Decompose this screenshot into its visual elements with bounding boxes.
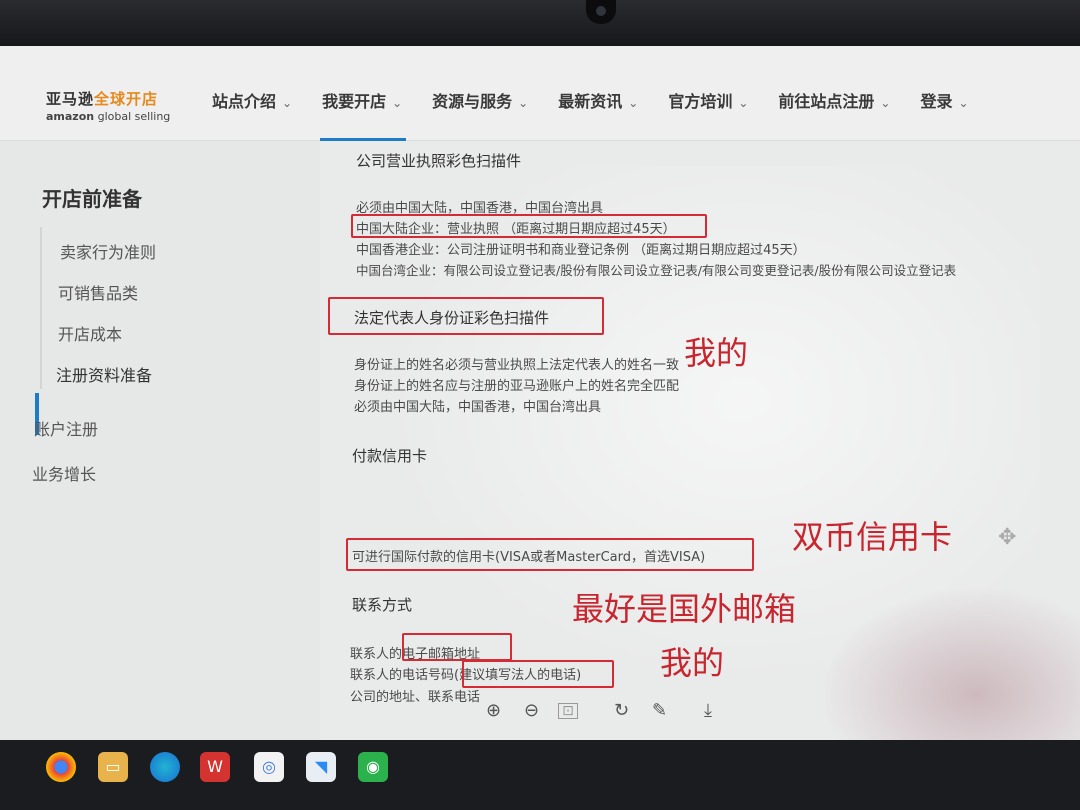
file-explorer-icon[interactable]: ▭ [98,752,128,782]
wps-icon[interactable]: W [200,752,230,782]
zoom-out-icon[interactable]: ⊖ [524,700,539,721]
edge-icon[interactable] [150,752,180,782]
wechat-icon[interactable]: ◉ [358,752,388,782]
chevron-down-icon: ⌄ [738,96,749,110]
download-icon[interactable]: ⤓ [704,700,712,721]
sidebar-item-growth[interactable]: 业务增长 [32,461,96,485]
nav-item-training[interactable]: 官方培训 ⌄ [668,88,748,112]
chevron-down-icon: ⌄ [628,96,639,110]
sidebar-item-cost[interactable]: 开店成本 [58,321,122,345]
nav-item-news[interactable]: 最新资讯 ⌄ [558,88,638,112]
webcam [586,0,616,24]
laptop-bezel [0,0,1080,48]
chevron-down-icon: ⌄ [282,96,293,110]
chevron-down-icon: ⌄ [880,96,891,110]
chevron-down-icon: ⌄ [392,96,403,110]
id-title: 法定代表人身份证彩色扫描件 [354,309,550,327]
sidebar-item-account-register[interactable]: 账户注册 [34,416,98,440]
id-line: 身份证上的姓名必须与营业执照上法定代表人的姓名一致 [354,358,680,373]
photos-icon[interactable]: ◎ [254,752,284,782]
annotation-note: 双币信用卡 [792,518,953,556]
page-fit-icon[interactable]: ⊡ [558,703,578,719]
taskbar: ▭ W ◎ ◥ ◉ [0,740,1080,810]
nav-item-open-store[interactable]: 我要开店 ⌄ [320,88,407,141]
pdf-toolbar: ⊕ ⊖ ⊡ ↻ ✎ ⤓ [0,696,1080,730]
pen-icon[interactable]: ✎ [652,700,667,721]
id-line: 身份证上的姓名应与注册的亚马逊账户上的姓名完全匹配 [354,379,680,394]
chrome-icon[interactable] [46,752,76,782]
annotation-note: 我的 [684,334,749,372]
amazon-global-selling-logo[interactable]: 亚马逊全球开店 amazon global selling [46,88,170,123]
logo-cn-accent-text: 全球开店 [94,90,159,108]
logo-cn-text: 亚马逊 [46,90,95,108]
logo-en-brand: amazon [46,110,95,123]
annotation-box [351,214,707,238]
annotation-note: 我的 [660,644,725,682]
license-line: 中国台湾企业：有限公司设立登记表/股份有限公司设立登记表/有限公司变更登记表/股… [356,263,957,278]
annotation-box [462,660,614,688]
screen: 亚马逊全球开店 amazon global selling 站点介绍 ⌄ 我要开店… [0,46,1080,758]
sidebar-item-documents[interactable]: 注册资料准备 [56,362,152,386]
contact-title: 联系方式 [352,596,413,614]
nav-item-site-register[interactable]: 前往站点注册 ⌄ [778,88,890,112]
id-line: 必须由中国大陆，中国香港，中国台湾出具 [354,400,602,415]
sidebar: 开店前准备 卖家行为准则 可销售品类 开店成本 注册资料准备 账户注册 业务增长 [0,141,320,758]
logo-en-text: global selling [97,110,171,123]
annotation-note: 最好是国外邮箱 [572,590,797,628]
nav-item-resources[interactable]: 资源与服务 ⌄ [432,88,528,112]
move-cursor-icon: ✥ [998,525,1017,550]
nav-item-login[interactable]: 登录 ⌄ [920,88,968,112]
card-line: 可进行国际付款的信用卡(VISA或者MasterCard，首选VISA) [352,550,706,565]
feishu-icon[interactable]: ◥ [306,752,336,782]
sidebar-divider [40,227,42,389]
sidebar-title[interactable]: 开店前准备 [42,183,142,212]
rotate-icon[interactable]: ↻ [614,700,629,721]
nav-item-site-intro[interactable]: 站点介绍 ⌄ [212,88,292,112]
chevron-down-icon: ⌄ [518,96,529,110]
main-nav: 站点介绍 ⌄ 我要开店 ⌄ 资源与服务 ⌄ 最新资讯 ⌄ 官方培训 ⌄ 前往站点注册 ⌄ 登… [212,88,999,141]
license-line: 中国香港企业：公司注册证明书和商业登记条例 （距离过期日期应超过45天） [356,243,806,258]
annotation-box [402,633,512,661]
chevron-down-icon: ⌄ [958,96,969,110]
sidebar-item-conduct[interactable]: 卖家行为准则 [60,239,156,263]
card-title: 付款信用卡 [352,447,428,465]
zoom-in-icon[interactable]: ⊕ [486,700,501,721]
site-header: 亚马逊全球开店 amazon global selling 站点介绍 ⌄ 我要开店… [0,46,1080,141]
sidebar-item-categories[interactable]: 可销售品类 [58,280,138,304]
license-title: 公司营业执照彩色扫描件 [356,152,522,170]
